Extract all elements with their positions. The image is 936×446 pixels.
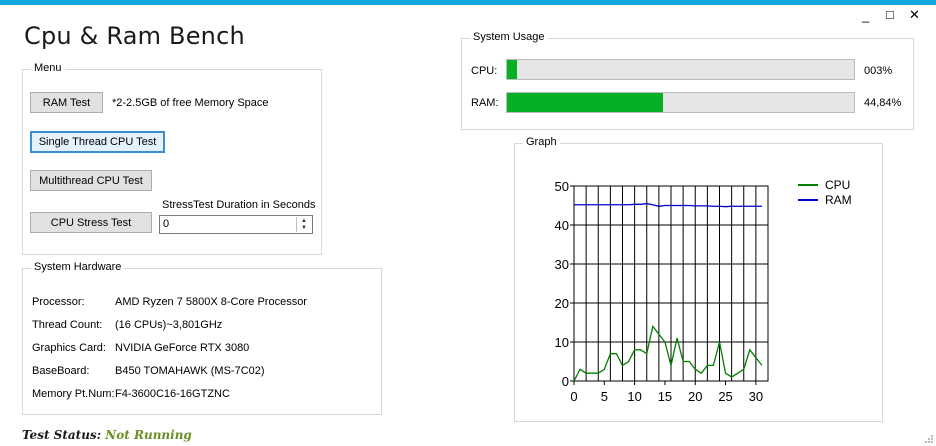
system-usage-group: System Usage CPU: 003% RAM: 44,84% [461,31,914,130]
series-line-ram [574,202,762,208]
memory-part-value: F4-3600C16-16GTZNC [115,388,230,400]
x-tick-label: 5 [601,389,608,404]
ram-usage-label: RAM: [471,97,499,109]
y-tick-label: 30 [555,257,569,272]
resize-grip-icon[interactable] [923,433,933,443]
cpu-usage-fill [507,60,518,79]
y-tick-label: 20 [555,296,569,311]
y-tick-label: 50 [555,179,569,194]
single-thread-cpu-test-button[interactable]: Single Thread CPU Test [30,131,165,153]
test-status-value: Not Running [105,428,192,442]
system-usage-label: System Usage [470,31,548,43]
x-tick-label: 10 [627,389,641,404]
thread-count-key: Thread Count: [32,319,103,331]
system-hardware-group: System Hardware Processor: AMD Ryzen 7 5… [22,261,382,415]
system-hardware-label: System Hardware [31,261,125,273]
usage-chart: 0 10 20 30 40 50 0 5 10 15 20 25 30 CPURAM [555,178,852,404]
duration-spinner[interactable]: ▲ ▼ [296,217,311,232]
x-tick-label: 15 [658,389,672,404]
x-tick-label: 0 [570,389,577,404]
cpu-usage-bar [506,59,855,80]
legend-label-cpu: CPU [825,178,850,192]
processor-value: AMD Ryzen 7 5800X 8-Core Processor [115,296,307,308]
test-status: Test Status: Not Running [22,428,192,442]
ram-usage-fill [507,93,663,112]
graph-group: Graph 0 10 20 30 40 50 0 5 10 15 20 25 30 CPU RAM [514,136,883,422]
ram-test-note: *2-2.5GB of free Memory Space [112,97,269,109]
close-icon[interactable]: ✕ [909,8,920,21]
multithread-cpu-test-button[interactable]: Multithread CPU Test [30,170,152,191]
stress-duration-value: 0 [163,218,170,230]
maximize-icon[interactable]: □ [886,8,894,21]
y-tick-label: 40 [555,218,569,233]
legend-label-ram: RAM [825,193,852,207]
cpu-stress-test-button[interactable]: CPU Stress Test [30,212,152,233]
spin-down-icon[interactable]: ▼ [297,224,311,231]
x-tick-label: 25 [718,389,732,404]
cpu-usage-value: 003% [864,65,893,77]
processor-key: Processor: [32,296,85,308]
graphics-card-key: Graphics Card: [32,342,106,354]
minimize-icon[interactable]: _ [862,9,869,22]
x-tick-label: 30 [749,389,763,404]
spin-up-icon[interactable]: ▲ [297,217,311,224]
graphics-card-value: NVIDIA GeForce RTX 3080 [115,342,250,354]
thread-count-value: (16 CPUs)~3,801GHz [115,319,223,331]
y-tick-label: 0 [562,374,569,389]
test-status-label: Test Status: [22,428,102,442]
x-tick-label: 20 [688,389,702,404]
menu-group: Menu RAM Test *2-2.5GB of free Memory Sp… [22,62,322,255]
ram-test-button[interactable]: RAM Test [30,92,103,113]
window-accent-bar [0,0,936,5]
ram-usage-bar [506,92,855,113]
baseboard-key: BaseBoard: [32,365,90,377]
cpu-usage-label: CPU: [471,65,498,77]
ram-usage-value: 44,84% [864,97,902,109]
y-tick-label: 10 [555,335,569,350]
menu-group-label: Menu [31,62,65,74]
memory-part-key: Memory Pt.Num: [32,388,115,400]
stress-duration-input[interactable]: 0 ▲ ▼ [159,215,313,234]
baseboard-value: B450 TOMAHAWK (MS-7C02) [115,365,265,377]
stress-duration-label: StressTest Duration in Seconds [162,199,316,211]
app-title: Cpu & Ram Bench [24,22,245,50]
series-line-cpu [573,324,763,382]
